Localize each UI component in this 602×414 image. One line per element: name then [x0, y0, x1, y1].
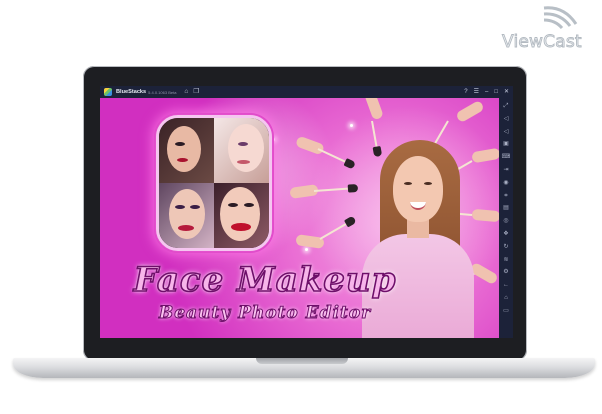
- home-icon[interactable]: ⌂: [504, 292, 508, 305]
- back-icon[interactable]: ←: [503, 279, 509, 292]
- hand: [455, 99, 485, 124]
- viewcast-watermark: ViewCast: [500, 4, 600, 53]
- keyboard-icon[interactable]: ⌨: [502, 151, 511, 164]
- fullscreen-icon[interactable]: ⤢: [504, 100, 509, 113]
- folder-icon[interactable]: ▤: [503, 202, 509, 215]
- banner-title: Face Makeup: [133, 259, 397, 301]
- app-version: 5.4.0.1063 Beta: [148, 89, 177, 95]
- screen-record-icon[interactable]: ▣: [503, 138, 509, 151]
- woman-face: [393, 156, 443, 222]
- makeup-photo: [159, 183, 214, 248]
- makeup-photo: [159, 118, 214, 183]
- multi-instance-icon[interactable]: ❐: [193, 86, 199, 98]
- close-icon[interactable]: ✕: [504, 86, 509, 98]
- laptop-screen: BlueStacks 5.4.0.1063 Beta ⌂ ❐ ? ☰ – □ ✕: [100, 86, 513, 338]
- bluestacks-title-bar: BlueStacks 5.4.0.1063 Beta ⌂ ❐ ? ☰ – □ ✕: [100, 86, 513, 98]
- makeup-brush: [313, 187, 348, 192]
- window-controls: ? ☰ – □ ✕: [458, 86, 509, 98]
- app-banner: Face Makeup Beauty Photo Editor: [100, 98, 499, 338]
- woman-eye: [424, 182, 432, 185]
- bluestacks-sidebar: ⤢ ◁ ◁ ▣ ⌨ ⇥ ◉ ⌗ ▤ ◎ ❖ ↻ ≋ ⚙ ← ⌂ ▭: [499, 98, 513, 338]
- sparkle: [305, 248, 308, 251]
- macro-icon[interactable]: ◉: [503, 177, 508, 190]
- settings-icon[interactable]: ⚙: [503, 266, 508, 279]
- app-name: BlueStacks: [116, 89, 147, 95]
- shake-icon[interactable]: ≋: [503, 254, 508, 267]
- menu-icon[interactable]: ☰: [474, 86, 479, 98]
- makeup-brush: [434, 120, 449, 145]
- app-icon-collage: [156, 115, 272, 251]
- eco-mode-icon[interactable]: ❖: [503, 228, 508, 241]
- location-icon[interactable]: ◎: [503, 215, 508, 228]
- laptop-notch: [256, 358, 348, 364]
- maximize-icon[interactable]: □: [494, 86, 498, 98]
- makeup-brush: [319, 223, 347, 240]
- hand: [471, 147, 499, 164]
- help-icon[interactable]: ?: [464, 86, 467, 98]
- recent-apps-icon[interactable]: ▭: [503, 305, 509, 318]
- hand: [364, 98, 384, 121]
- makeup-photo: [214, 118, 269, 183]
- hand: [294, 135, 326, 156]
- sparkle: [350, 124, 353, 127]
- hand: [471, 208, 499, 223]
- watermark-text: ViewCast: [502, 32, 582, 53]
- makeup-brush: [317, 148, 346, 163]
- install-apk-icon[interactable]: ⇥: [503, 164, 508, 177]
- home-icon[interactable]: ⌂: [184, 86, 188, 98]
- rotate-icon[interactable]: ↻: [503, 241, 508, 254]
- screenshot-icon[interactable]: ⌗: [504, 190, 507, 203]
- minimize-icon[interactable]: –: [485, 86, 488, 98]
- bluestacks-logo-icon: [104, 88, 112, 96]
- signal-waves-icon: [543, 6, 578, 30]
- volume-down-icon[interactable]: ◁: [504, 126, 509, 139]
- volume-up-icon[interactable]: ◁: [504, 113, 509, 126]
- sparkle: [272, 138, 275, 141]
- makeup-brush: [371, 120, 378, 147]
- woman-eye: [404, 182, 412, 185]
- banner-subtitle: Beauty Photo Editor: [158, 303, 372, 324]
- makeup-photo: [214, 183, 269, 248]
